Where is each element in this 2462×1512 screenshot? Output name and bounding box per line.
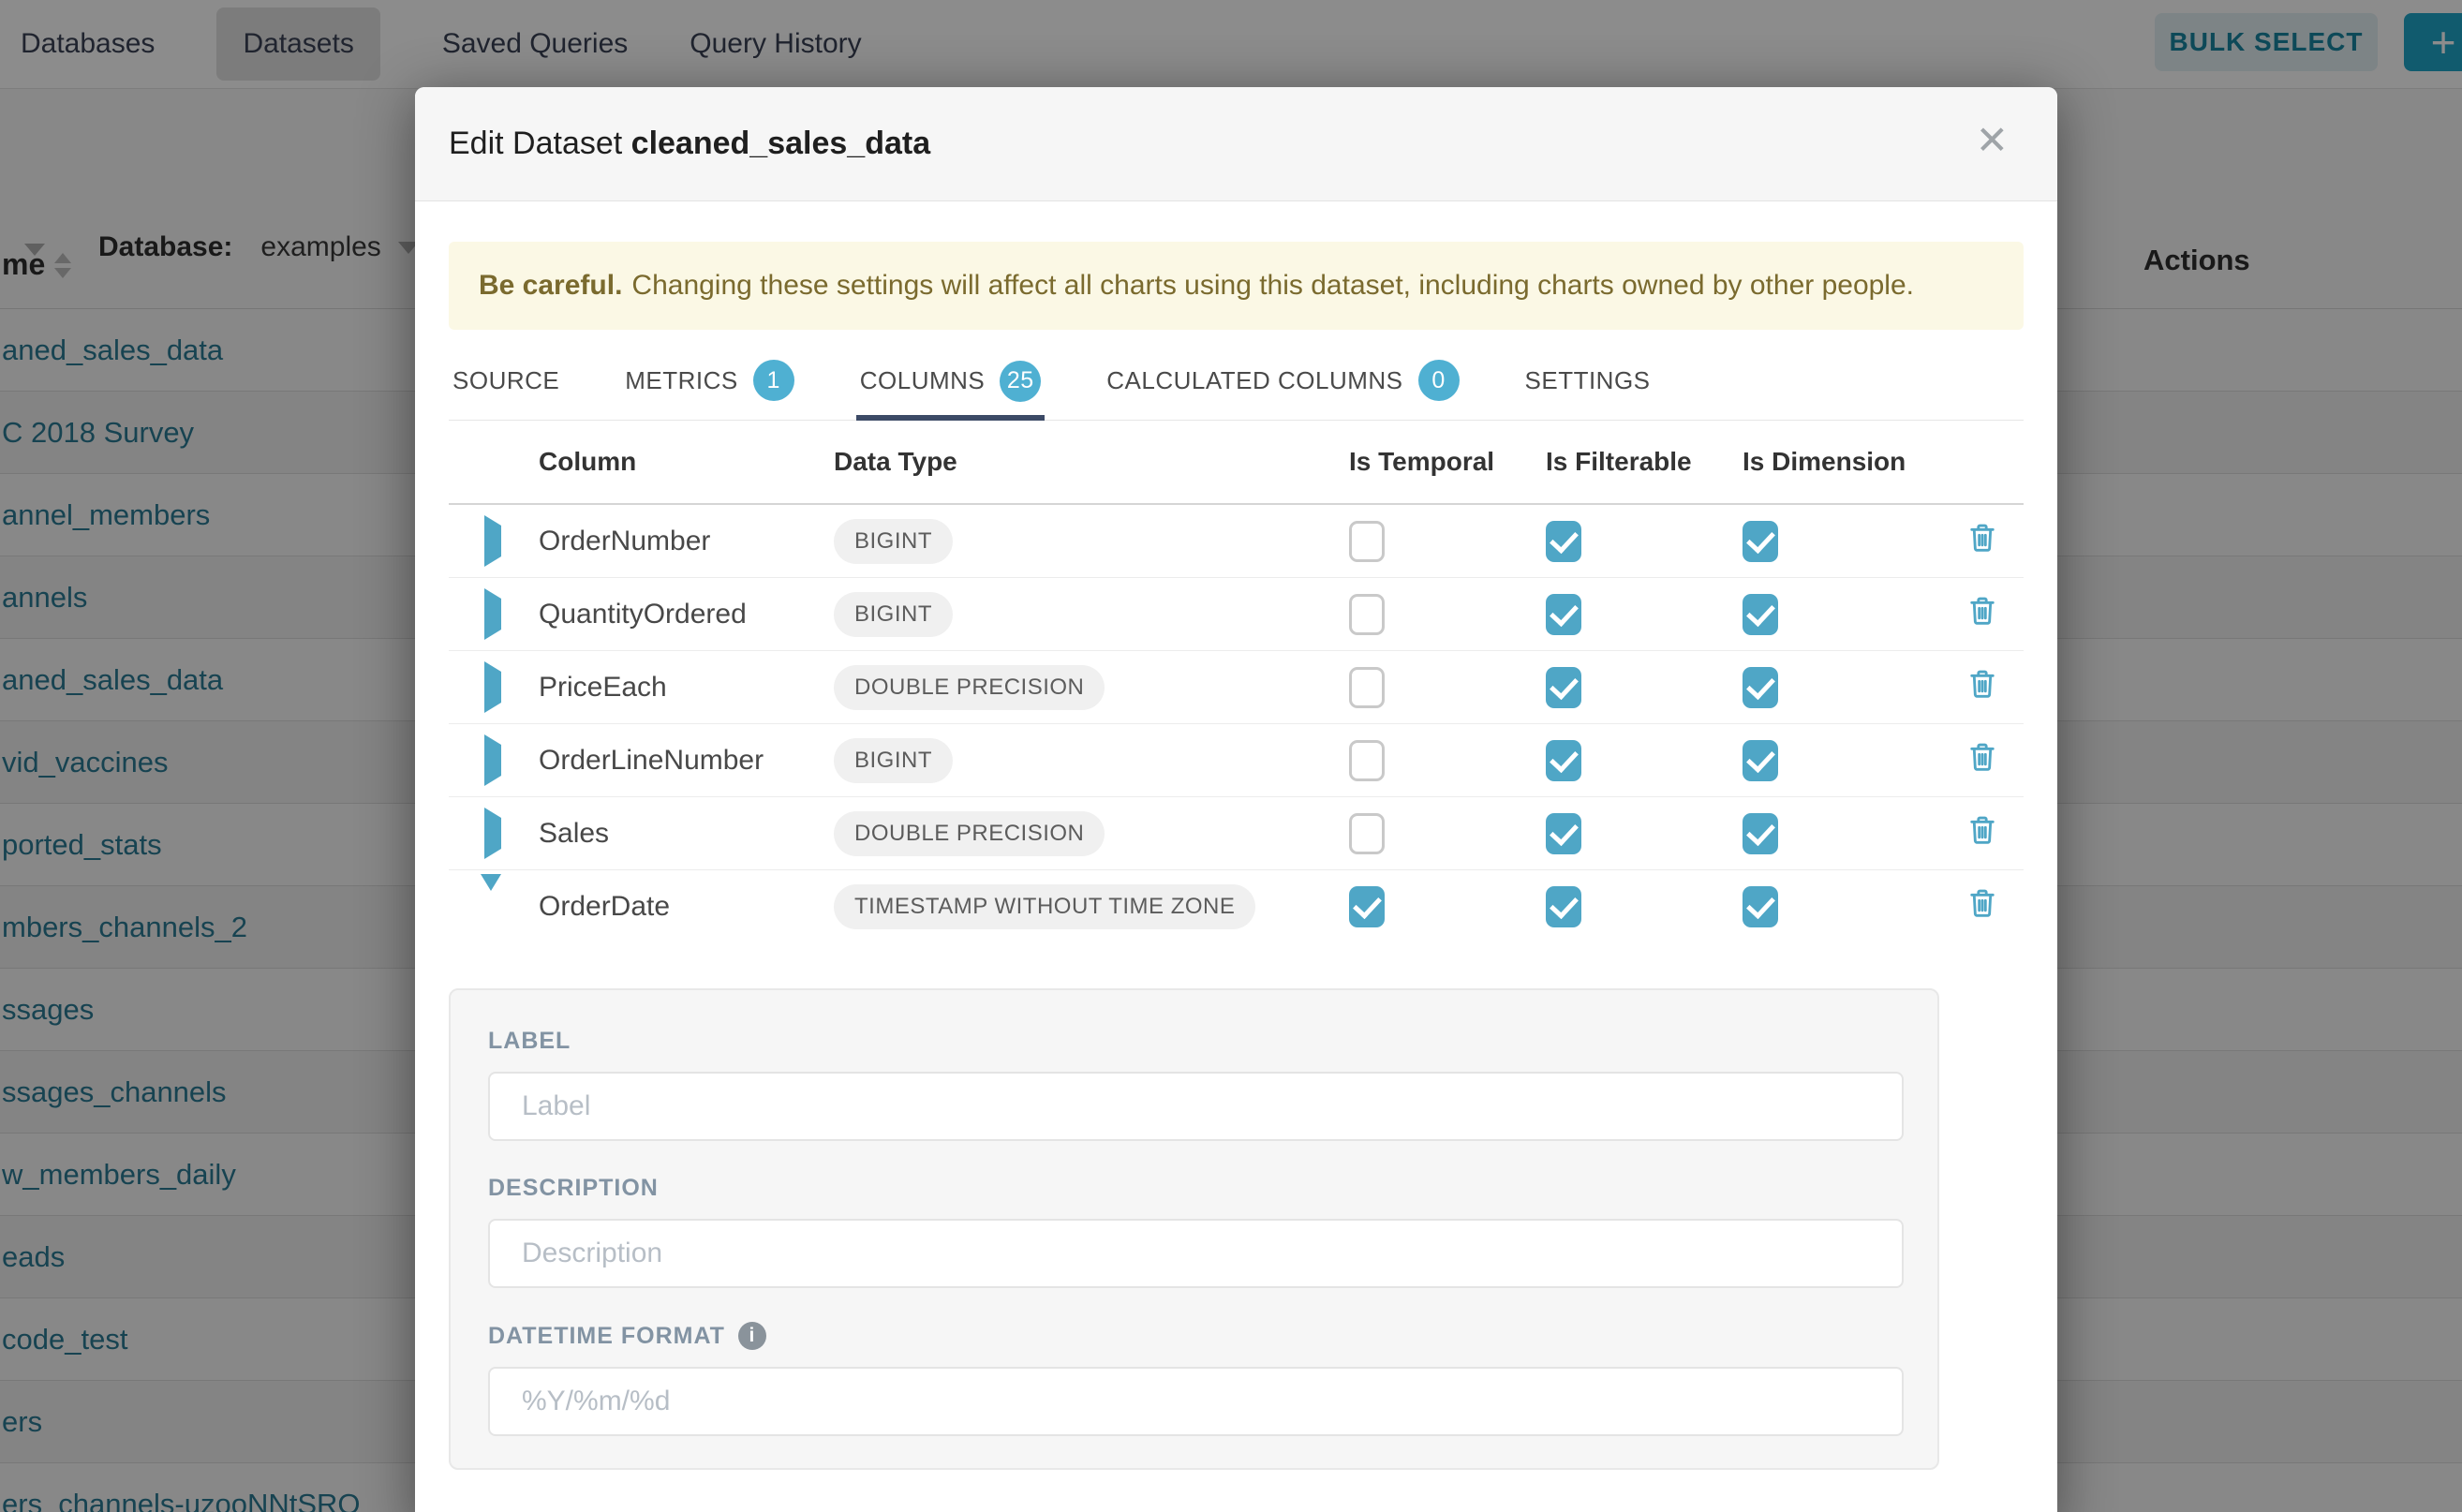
info-icon[interactable]: i xyxy=(738,1322,766,1350)
trash-icon xyxy=(1965,592,1999,630)
warning-banner-text: Changing these settings will affect all … xyxy=(631,270,1914,302)
columns-table-body: OrderNumberBIGINTQuantityOrderedBIGINTPr… xyxy=(449,505,2024,943)
data-type-pill: DOUBLE PRECISION xyxy=(834,665,1105,710)
trash-icon xyxy=(1965,884,1999,922)
expand-caret-icon[interactable] xyxy=(484,734,501,786)
label-input[interactable] xyxy=(488,1072,1904,1141)
tab-label: SOURCE xyxy=(452,366,559,395)
is-dimension-checkbox[interactable] xyxy=(1743,740,1778,781)
is-dimension-checkbox[interactable] xyxy=(1743,521,1778,562)
delete-column-button[interactable] xyxy=(1958,519,2024,564)
tab-label: COLUMNS xyxy=(860,366,986,395)
tab-label: SETTINGS xyxy=(1525,366,1651,395)
trash-icon xyxy=(1965,519,1999,556)
trash-icon xyxy=(1965,738,1999,776)
data-type-header: Data Type xyxy=(834,447,1349,477)
tab-columns[interactable]: COLUMNS 25 xyxy=(856,354,1046,421)
is-temporal-header: Is Temporal xyxy=(1349,447,1546,477)
modal-title-prefix: Edit Dataset xyxy=(449,126,622,161)
tab-settings[interactable]: SETTINGS xyxy=(1521,354,1654,420)
column-expanded-editor: LABEL DESCRIPTION DATETIME FORMAT i xyxy=(449,988,1939,1470)
column-row: SalesDOUBLE PRECISION xyxy=(449,797,2024,870)
is-filterable-header: Is Filterable xyxy=(1546,447,1743,477)
datetime-format-field-label: DATETIME FORMAT i xyxy=(488,1322,1900,1350)
tab-metrics[interactable]: METRICS 1 xyxy=(621,354,798,420)
warning-banner-bold: Be careful. xyxy=(479,270,622,302)
is-dimension-checkbox[interactable] xyxy=(1743,813,1778,854)
label-field-label: LABEL xyxy=(488,1028,1900,1055)
column-row: OrderLineNumberBIGINT xyxy=(449,724,2024,797)
modal-title: Edit Dataset cleaned_sales_data xyxy=(449,126,930,162)
tab-calculated-columns[interactable]: CALCULATED COLUMNS 0 xyxy=(1103,354,1462,420)
is-temporal-checkbox[interactable] xyxy=(1349,594,1385,635)
is-temporal-checkbox[interactable] xyxy=(1349,521,1385,562)
is-temporal-checkbox[interactable] xyxy=(1349,886,1385,927)
column-row: OrderDateTIMESTAMP WITHOUT TIME ZONE xyxy=(449,870,2024,943)
column-name: PriceEach xyxy=(539,672,834,704)
edit-dataset-modal: Edit Dataset cleaned_sales_data ✕ Be car… xyxy=(415,87,2057,1512)
is-filterable-checkbox[interactable] xyxy=(1546,813,1581,854)
is-dimension-header: Is Dimension xyxy=(1743,447,1958,477)
expand-caret-icon[interactable] xyxy=(484,515,501,567)
tab-label: METRICS xyxy=(625,366,738,395)
tab-count-badge: 25 xyxy=(1000,361,1041,402)
is-filterable-checkbox[interactable] xyxy=(1546,521,1581,562)
description-field-label: DESCRIPTION xyxy=(488,1175,1900,1202)
expand-caret-icon[interactable] xyxy=(484,661,501,713)
column-name: Sales xyxy=(539,818,834,850)
column-header: Column xyxy=(539,447,834,477)
is-dimension-checkbox[interactable] xyxy=(1743,667,1778,708)
datetime-format-input[interactable] xyxy=(488,1367,1904,1436)
delete-column-button[interactable] xyxy=(1958,592,2024,637)
is-filterable-checkbox[interactable] xyxy=(1546,667,1581,708)
data-type-pill: BIGINT xyxy=(834,592,953,637)
column-name: QuantityOrdered xyxy=(539,599,834,630)
delete-column-button[interactable] xyxy=(1958,665,2024,710)
column-name: OrderLineNumber xyxy=(539,745,834,777)
is-filterable-checkbox[interactable] xyxy=(1546,886,1581,927)
data-type-pill: DOUBLE PRECISION xyxy=(834,811,1105,856)
warning-banner: Be careful. Changing these settings will… xyxy=(449,242,2024,330)
data-type-pill: BIGINT xyxy=(834,519,953,564)
delete-column-button[interactable] xyxy=(1958,738,2024,783)
is-temporal-checkbox[interactable] xyxy=(1349,667,1385,708)
modal-body: Be careful. Changing these settings will… xyxy=(415,242,2057,1470)
data-type-pill: TIMESTAMP WITHOUT TIME ZONE xyxy=(834,884,1255,929)
trash-icon xyxy=(1965,665,1999,703)
is-filterable-checkbox[interactable] xyxy=(1546,740,1581,781)
close-icon[interactable]: ✕ xyxy=(1976,121,2009,160)
columns-table-header: Column Data Type Is Temporal Is Filterab… xyxy=(449,421,2024,505)
tab-label: CALCULATED COLUMNS xyxy=(1106,366,1402,395)
tab-source[interactable]: SOURCE xyxy=(449,354,563,420)
column-row: PriceEachDOUBLE PRECISION xyxy=(449,651,2024,724)
trash-icon xyxy=(1965,811,1999,849)
is-dimension-checkbox[interactable] xyxy=(1743,594,1778,635)
is-temporal-checkbox[interactable] xyxy=(1349,813,1385,854)
modal-dataset-name: cleaned_sales_data xyxy=(631,126,930,161)
collapse-caret-icon[interactable] xyxy=(481,874,501,922)
delete-column-button[interactable] xyxy=(1958,884,2024,929)
modal-header: Edit Dataset cleaned_sales_data ✕ xyxy=(415,87,2057,201)
column-row: OrderNumberBIGINT xyxy=(449,505,2024,578)
column-row: QuantityOrderedBIGINT xyxy=(449,578,2024,651)
description-input[interactable] xyxy=(488,1219,1904,1288)
delete-column-button[interactable] xyxy=(1958,811,2024,856)
column-name: OrderDate xyxy=(539,891,834,923)
expand-caret-icon[interactable] xyxy=(484,588,501,640)
is-dimension-checkbox[interactable] xyxy=(1743,886,1778,927)
is-filterable-checkbox[interactable] xyxy=(1546,594,1581,635)
tab-count-badge: 0 xyxy=(1418,360,1460,401)
data-type-pill: BIGINT xyxy=(834,738,953,783)
column-name: OrderNumber xyxy=(539,526,834,557)
screen: DatabasesDatasetsSaved QueriesQuery Hist… xyxy=(0,0,2462,1512)
modal-tabs: SOURCE METRICS 1 COLUMNS 25 CALCULATED COLUMN… xyxy=(449,354,2024,421)
expand-caret-icon[interactable] xyxy=(484,808,501,859)
is-temporal-checkbox[interactable] xyxy=(1349,740,1385,781)
tab-count-badge: 1 xyxy=(753,360,794,401)
